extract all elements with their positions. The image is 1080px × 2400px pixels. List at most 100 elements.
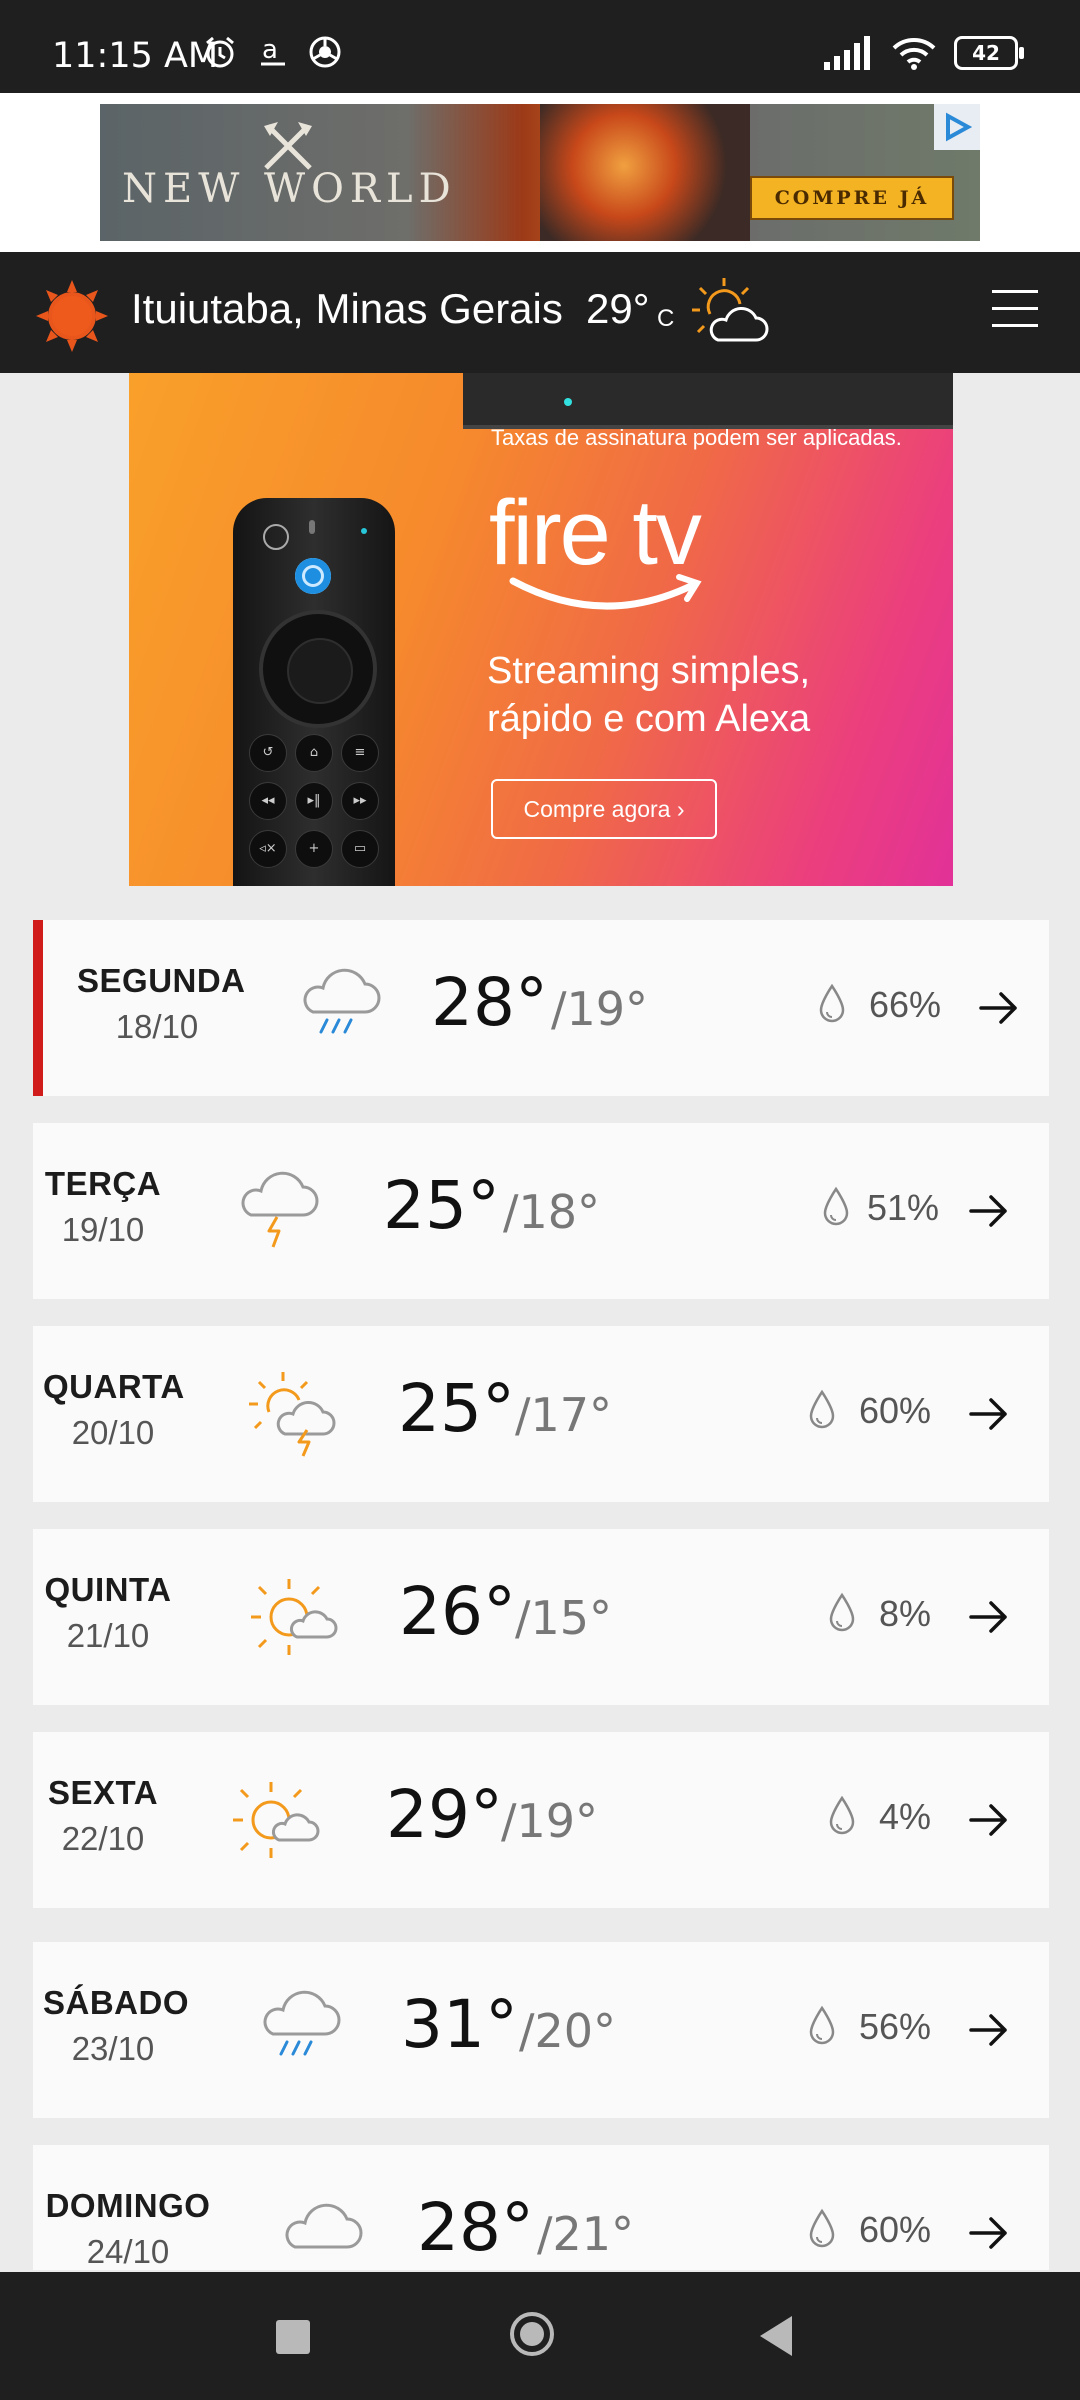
forecast-day-card[interactable]: SEXTA 22/10 29° /19° 4% — [33, 1732, 1049, 1908]
raindrop-icon — [809, 1389, 835, 1429]
day-date: 19/10 — [61, 1211, 145, 1248]
back-button[interactable] — [760, 2316, 792, 2356]
high-temperature: 29° — [386, 1776, 503, 1853]
ad-brand-text: NEW WORLD — [122, 166, 457, 212]
day-name: TERÇA — [44, 1165, 162, 1202]
rain-probability: 56% — [859, 2006, 932, 2047]
ad-choices-icon[interactable] — [934, 104, 980, 150]
status-notification-icons: a — [202, 34, 342, 70]
arrow-right-icon[interactable] — [967, 1597, 1011, 1637]
day-name: QUARTA — [43, 1368, 185, 1405]
back-icon: ↺ — [249, 734, 287, 772]
high-temperature: 28° — [417, 2189, 534, 2266]
low-temperature: /20° — [519, 2004, 617, 2058]
forecast-day-card[interactable]: SEGUNDA 18/10 28° /19° 66% — [33, 920, 1049, 1096]
current-temperature: 29° — [586, 285, 650, 332]
day-date: 21/10 — [66, 1617, 150, 1654]
buy-now-button[interactable]: Compre agora › — [491, 779, 717, 839]
low-temperature: /15° — [515, 1591, 613, 1645]
svg-text:a: a — [262, 35, 278, 65]
status-bar: 11:15 AM a 42 — [0, 0, 1080, 93]
arrow-right-icon[interactable] — [967, 1800, 1011, 1840]
ad-cta-button[interactable]: COMPRE JÁ — [750, 176, 954, 220]
raindrop-icon — [809, 2208, 835, 2248]
low-temperature: /19° — [551, 982, 649, 1036]
forecast-day-card[interactable]: QUINTA 21/10 26° /15° 8% — [33, 1529, 1049, 1705]
sun-logo-icon[interactable] — [34, 278, 110, 354]
led-icon — [361, 528, 367, 534]
day-name: SEXTA — [47, 1774, 159, 1811]
menu-line — [992, 290, 1038, 293]
day-name: SEGUNDA — [77, 962, 246, 999]
rain-probability: 8% — [879, 1593, 932, 1634]
remote-image: ↺ ⌂ ≡ ◂◂ ▸‖ ▸▸ ◃× + ▭ — [233, 498, 395, 886]
day-date: 18/10 — [115, 1008, 199, 1045]
rain-probability: 60% — [859, 2209, 932, 2250]
location-name[interactable]: Ituiutaba, Minas Gerais — [131, 285, 563, 333]
raindrop-icon — [819, 983, 845, 1023]
day-date: 22/10 — [61, 1820, 145, 1857]
high-temperature: 31° — [401, 1986, 518, 2063]
fire-tv-ad[interactable]: Taxas de assinatura podem ser aplicadas.… — [129, 373, 953, 886]
forecast-day-card[interactable]: DOMINGO 24/10 28° /21° 60% — [33, 2145, 1049, 2270]
status-time: 11:15 AM — [52, 36, 219, 76]
rain-cloud-icon — [303, 968, 381, 1034]
arrow-right-icon[interactable] — [967, 2010, 1011, 2050]
ad-tagline-line: Streaming simples, — [487, 650, 811, 692]
ad-disclaimer: Taxas de assinatura podem ser aplicadas. — [491, 425, 902, 450]
rain-probability: 60% — [859, 1390, 932, 1431]
arrow-right-icon[interactable] — [977, 988, 1021, 1028]
alexa-button-icon — [295, 558, 331, 594]
rain-probability: 51% — [867, 1187, 940, 1228]
mic-icon — [309, 520, 315, 534]
raindrop-icon — [829, 1592, 855, 1632]
home-button[interactable] — [510, 2312, 554, 2356]
tv-image — [463, 373, 953, 429]
rain-cloud-icon — [263, 1990, 341, 2056]
rewind-icon: ◂◂ — [249, 782, 287, 820]
forecast-day-card[interactable]: QUARTA 20/10 25° /17° 60% — [33, 1326, 1049, 1502]
low-temperature: /19° — [501, 1794, 599, 1848]
menu-line — [992, 324, 1038, 327]
day-date: 23/10 — [71, 2030, 155, 2067]
home-icon: ⌂ — [295, 734, 333, 772]
volume-up-icon: + — [295, 830, 333, 868]
sun-cloud-icon — [692, 278, 769, 342]
sun-cloud-icon — [251, 1579, 338, 1655]
forecast-day-card[interactable]: TERÇA 19/10 25° /18° 51% — [33, 1123, 1049, 1299]
status-system-icons: 42 — [824, 36, 1024, 70]
day-date: 24/10 — [86, 2233, 170, 2270]
navigation-ring-icon — [259, 610, 377, 728]
top-ad-banner[interactable]: NEW WORLD COMPRE JÁ — [0, 93, 1080, 252]
fire-tv-logo: fire tv — [489, 482, 702, 584]
arrow-right-icon[interactable] — [967, 1394, 1011, 1434]
raindrop-icon — [829, 1795, 855, 1835]
recents-button[interactable] — [276, 2320, 310, 2354]
arrow-right-icon[interactable] — [967, 1191, 1011, 1231]
battery-indicator: 42 — [954, 36, 1024, 70]
arrow-right-icon[interactable] — [967, 2213, 1011, 2253]
low-temperature: /18° — [503, 1185, 601, 1239]
menu-button[interactable] — [992, 290, 1038, 330]
day-name: DOMINGO — [45, 2187, 211, 2224]
amazon-app-icon: a — [261, 35, 285, 66]
forecast-day-card[interactable]: SÁBADO 23/10 31° /20° 56% — [33, 1942, 1049, 2118]
fast-forward-icon: ▸▸ — [341, 782, 379, 820]
menu-icon: ≡ — [341, 734, 379, 772]
system-nav-bar — [0, 2272, 1080, 2400]
new-world-ad[interactable]: NEW WORLD COMPRE JÁ — [100, 104, 980, 241]
menu-line — [992, 307, 1038, 310]
rain-probability: 66% — [869, 984, 942, 1025]
high-temperature: 25° — [383, 1167, 500, 1244]
sun-cloud-icon — [233, 1782, 320, 1858]
chrome-icon — [309, 36, 341, 68]
mute-icon: ◃× — [249, 830, 287, 868]
raindrop-icon — [809, 2005, 835, 2045]
rain-probability: 4% — [879, 1796, 932, 1837]
high-temperature: 25° — [398, 1370, 515, 1447]
ad-artwork — [540, 104, 750, 241]
wifi-icon — [892, 38, 936, 70]
tv-icon: ▭ — [341, 830, 379, 868]
forecast-list: SEGUNDA 18/10 28° /19° 66% TERÇA 19/10 2… — [33, 920, 1049, 2270]
low-temperature: /17° — [515, 1388, 613, 1442]
